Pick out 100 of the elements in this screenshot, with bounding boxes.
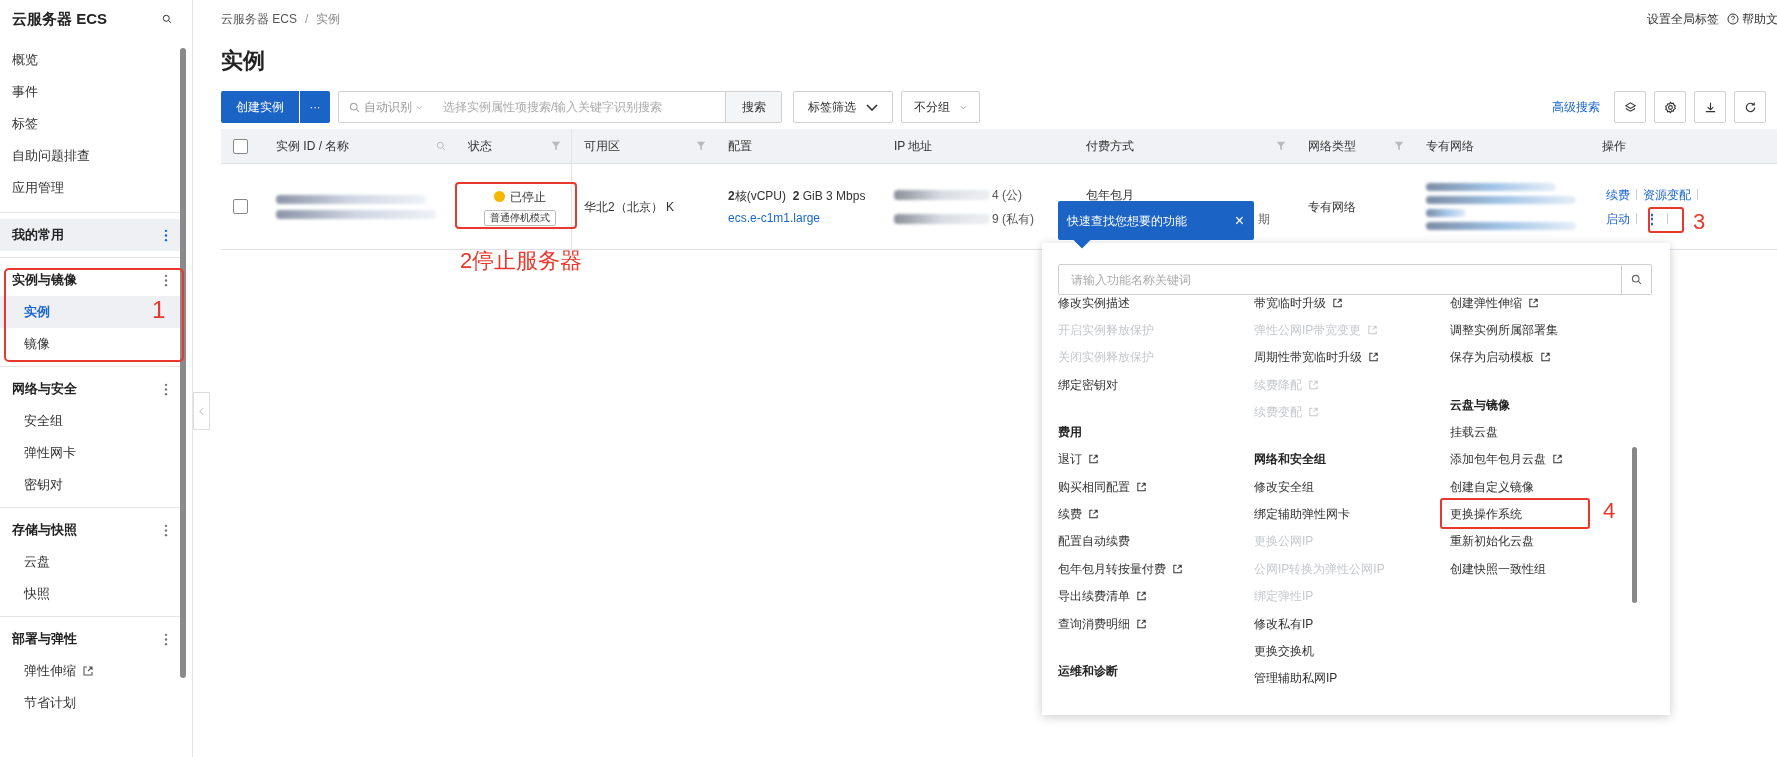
menu-item[interactable]: 修改安全组 — [1254, 472, 1314, 501]
menu-item[interactable]: 更换操作系统 — [1450, 500, 1522, 528]
menu-item[interactable]: 查询消费明细 — [1058, 609, 1147, 638]
search-button[interactable]: 搜索 — [725, 92, 781, 122]
column-header: 配置 — [728, 138, 752, 155]
menu-search-input[interactable]: 请输入功能名称关键词 — [1058, 264, 1622, 295]
search-button[interactable] — [1622, 264, 1652, 295]
nav-section-header[interactable]: 实例与镜像 — [0, 264, 180, 296]
external-link-icon — [1368, 351, 1379, 363]
menu-item[interactable]: 导出续费清单 — [1058, 582, 1147, 610]
select-all-checkbox[interactable] — [233, 138, 248, 154]
menu-item[interactable]: 重新初始化云盘 — [1450, 527, 1534, 556]
download-icon — [1703, 100, 1717, 114]
nav-item[interactable]: 自助问题排查 — [12, 146, 90, 166]
scrollbar[interactable] — [1632, 447, 1637, 603]
nav-section-header[interactable]: 网络与安全 — [0, 373, 180, 405]
nav-item[interactable]: 云盘 — [0, 546, 180, 578]
menu-item[interactable]: 绑定辅助弹性网卡 — [1254, 500, 1350, 528]
menu-item[interactable]: 调整实例所属部署集 — [1450, 316, 1558, 344]
close-button[interactable]: × — [1234, 212, 1244, 229]
nav-item[interactable]: 弹性网卡 — [0, 437, 180, 469]
menu-item[interactable]: 续费 — [1058, 500, 1099, 528]
nav-section-header[interactable]: 部署与弹性 — [0, 623, 180, 655]
more-icon[interactable] — [164, 523, 168, 537]
nav-item[interactable]: 事件 — [12, 82, 38, 102]
nav-item[interactable]: 应用管理 — [12, 178, 64, 198]
nav-section-header[interactable]: 存储与快照 — [0, 514, 180, 546]
search-icon[interactable] — [162, 14, 172, 24]
menu-item[interactable]: 更换交换机 — [1254, 637, 1314, 665]
page-title: 实例 — [221, 46, 266, 75]
action-link[interactable]: 续费 — [1606, 185, 1630, 204]
nav-label: 弹性伸缩 — [24, 662, 76, 681]
help-link[interactable]: 帮助文 — [1727, 10, 1777, 28]
menu-item[interactable]: 绑定密钥对 — [1058, 371, 1118, 399]
column-header: 实例 ID / 名称 — [276, 138, 350, 155]
more-icon[interactable] — [164, 228, 168, 242]
annotation-number: 4 — [1603, 500, 1616, 522]
column-header: 操作 — [1602, 138, 1626, 155]
nav-item[interactable]: 弹性伸缩 — [0, 655, 180, 687]
menu-item[interactable]: 保存为启动模板 — [1450, 343, 1551, 372]
more-icon[interactable] — [164, 273, 168, 287]
action-link[interactable]: 资源变配 — [1643, 185, 1691, 204]
icon-button[interactable] — [1654, 91, 1686, 123]
group-dropdown[interactable]: 不分组 — [901, 91, 980, 123]
menu-item[interactable]: 创建快照一致性组 — [1450, 555, 1546, 583]
more-icon[interactable] — [164, 382, 168, 396]
menu-item[interactable]: 修改私有IP — [1254, 609, 1314, 638]
icon-button[interactable] — [1694, 91, 1726, 123]
private-ip-text: 9 (私有) — [992, 210, 1034, 228]
nav-item[interactable]: 安全组 — [0, 405, 180, 437]
action-link[interactable]: 启动 — [1606, 209, 1630, 228]
nav-item[interactable]: 镜像 — [0, 328, 180, 360]
more-icon[interactable] — [164, 632, 168, 646]
row-checkbox[interactable] — [233, 199, 248, 214]
menu-item[interactable]: 创建自定义镜像 — [1450, 472, 1534, 501]
advanced-search-link[interactable]: 高级搜索 — [1552, 98, 1600, 116]
external-link-icon — [1367, 324, 1379, 336]
tag-filter-dropdown[interactable]: 标签筛选 — [793, 91, 893, 123]
tooltip-text: 快速查找您想要的功能 — [1067, 212, 1187, 230]
breadcrumb-link[interactable]: 云服务器 ECS — [221, 10, 297, 28]
section-title: 实例与镜像 — [12, 271, 77, 290]
help-icon — [1727, 13, 1739, 25]
settings-link[interactable]: 设置全局标签 — [1647, 10, 1719, 28]
nav-item[interactable]: 节省计划 — [0, 687, 180, 719]
external-link-icon — [1136, 590, 1147, 602]
scrollbar[interactable] — [180, 48, 186, 678]
icon-button[interactable] — [1614, 91, 1646, 123]
column-header: IP 地址 — [894, 138, 933, 155]
nav-label: 节省计划 — [24, 694, 76, 713]
external-link-icon — [1308, 406, 1319, 418]
menu-heading: 运维和诊断 — [1058, 662, 1118, 680]
menu-item[interactable]: 购买相同配置 — [1058, 472, 1147, 501]
menu-item[interactable]: 管理辅助私网IP — [1254, 664, 1338, 693]
nav-item[interactable]: 密钥对 — [0, 469, 180, 501]
more-actions-button[interactable]: ⋮ — [1643, 211, 1661, 226]
nav-item[interactable]: 概览 — [12, 50, 38, 70]
search-field[interactable]: 自动识别 选择实例属性项搜索/输入关键字识别搜索 搜索 — [338, 91, 782, 123]
nav-label: 实例 — [24, 303, 50, 322]
app-title: 云服务器 ECS — [12, 8, 107, 29]
section-title: 网络与安全 — [12, 380, 77, 399]
layers-icon — [1623, 100, 1637, 114]
instance-type-link[interactable]: ecs.e-c1m1.large — [728, 208, 882, 227]
menu-item[interactable]: 添加包年包月云盘 — [1450, 445, 1563, 473]
menu-item[interactable]: 配置自动续费 — [1058, 527, 1130, 556]
more-button[interactable]: ··· — [300, 91, 330, 123]
nav-section-header[interactable]: 我的常用 — [0, 219, 180, 251]
collapse-handle[interactable] — [193, 392, 210, 430]
public-ip-text: 4 (公) — [992, 186, 1022, 204]
icon-button[interactable] — [1734, 91, 1766, 123]
section-title: 我的常用 — [12, 226, 64, 245]
nav-item[interactable]: 标签 — [12, 114, 38, 134]
search-input[interactable]: 选择实例属性项搜索/输入关键字识别搜索 — [443, 92, 725, 122]
menu-item[interactable]: 包年包月转按量付费 — [1058, 555, 1183, 583]
create-instance-button[interactable]: 创建实例 — [221, 91, 299, 123]
menu-item[interactable]: 挂载云盘 — [1450, 418, 1498, 446]
nav-item[interactable]: 快照 — [0, 578, 180, 610]
menu-item[interactable]: 周期性带宽临时升级 — [1254, 343, 1379, 372]
search-icon — [349, 101, 360, 113]
stop-mode-button[interactable]: 普通停机模式 — [483, 209, 556, 226]
menu-item[interactable]: 退订 — [1058, 445, 1099, 473]
